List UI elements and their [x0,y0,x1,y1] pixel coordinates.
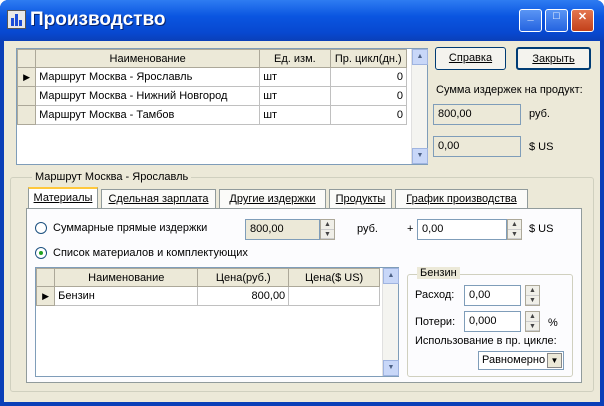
losses-field[interactable]: 0,000 [464,311,521,332]
column-header-cycle[interactable]: Пр. цикл(дн.) [329,49,408,68]
cost-rub-unit: руб. [529,108,550,120]
route-cycle-cell[interactable]: 0 [329,86,408,106]
material-price-usd-cell[interactable] [288,286,380,306]
route-cycle-cell[interactable]: 0 [329,67,408,87]
sum-costs-unit: руб. [357,223,378,235]
minimize-icon: _ [527,10,534,22]
window-title: Производство [30,9,166,30]
route-name-cell[interactable]: Маршрут Москва - Нижний Новгород [35,86,261,106]
spin-down-icon[interactable]: ▼ [526,296,539,305]
spin-down-icon[interactable]: ▼ [526,322,539,331]
tab-other-costs[interactable]: Другие издержки [219,189,326,209]
spin-up-icon[interactable]: ▲ [508,220,521,230]
minimize-button[interactable]: _ [519,9,542,32]
route-unit-cell[interactable]: шт [259,105,331,125]
table-row[interactable]: Маршрут Москва - Нижний Новгород шт 0 [16,86,408,106]
route-unit-cell[interactable]: шт [259,67,331,87]
table-row[interactable]: ▶ Бензин 800,00 [35,286,380,306]
consumption-label: Расход: [415,289,455,301]
close-icon: ✕ [577,11,588,23]
route-details-title: Маршрут Москва - Ярославль [32,171,192,183]
window-client: Наименование Ед. изм. Пр. цикл(дн.) ▶ Ма… [4,41,600,402]
routes-header-row: Наименование Ед. изм. Пр. цикл(дн.) [16,49,408,68]
current-row-indicator-icon: ▶ [16,67,37,87]
usd-costs-field[interactable]: 0,00 [417,219,507,240]
chevron-down-icon[interactable]: ▼ [547,353,562,368]
materials-vertical-scrollbar[interactable]: ▲ ▼ [382,268,399,376]
tab-production-schedule[interactable]: График производства [395,189,528,209]
table-row[interactable]: ▶ Маршрут Москва - Ярославль шт 0 [16,67,408,87]
spin-up-icon[interactable]: ▲ [526,286,539,296]
losses-spinner[interactable]: ▲ ▼ [525,311,540,332]
tab-materials[interactable]: Материалы [28,187,98,209]
route-name-cell[interactable]: Маршрут Москва - Тамбов [35,105,261,125]
scroll-up-icon[interactable]: ▲ [412,49,428,65]
tab-products[interactable]: Продукты [329,189,392,209]
usage-label: Использование в пр. цикле: [415,335,557,347]
spin-down-icon[interactable]: ▼ [508,230,521,239]
column-header-material-name[interactable]: Наименование [54,268,199,287]
radio-sum-costs-label[interactable]: Суммарные прямые издержки [53,222,207,234]
usd-costs-unit: $ US [529,223,554,235]
materials-grid[interactable]: Наименование Цена(руб.) Цена($ US) ▶ Бен… [35,267,399,377]
cost-usd-field: 0,00 [433,136,521,157]
usage-select[interactable]: Равномерно ▼ [478,351,564,370]
row-indicator [16,105,37,125]
tab-page-materials: Суммарные прямые издержки 800,00 ▲ ▼ руб.… [26,208,582,383]
column-header-price-usd[interactable]: Цена($ US) [288,268,380,287]
header-corner [16,49,37,68]
header-corner [35,268,56,287]
close-window-button[interactable]: ✕ [571,9,594,32]
tab-piecework-salary[interactable]: Сдельная зарплата [101,189,216,209]
scroll-down-icon[interactable]: ▼ [383,360,399,376]
cost-usd-unit: $ US [529,141,554,153]
row-indicator [16,86,37,106]
close-button[interactable]: Закрыть [516,47,591,70]
usd-costs-spinner[interactable]: ▲ ▼ [507,219,522,240]
app-icon [7,10,26,29]
help-button[interactable]: Справка [435,47,506,70]
scroll-up-icon[interactable]: ▲ [383,268,399,284]
spin-down-icon[interactable]: ▼ [321,230,334,239]
table-row[interactable]: Маршрут Москва - Тамбов шт 0 [16,105,408,125]
material-name-cell[interactable]: Бензин [54,286,199,306]
radio-materials-list-label[interactable]: Список материалов и комплектующих [53,247,248,259]
cost-rub-field: 800,00 [433,104,521,125]
column-header-name[interactable]: Наименование [35,49,261,68]
column-header-unit[interactable]: Ед. изм. [259,49,331,68]
routes-vertical-scrollbar[interactable]: ▲ ▼ [411,49,428,164]
column-header-price-rub[interactable]: Цена(руб.) [197,268,290,287]
route-name-cell[interactable]: Маршрут Москва - Ярославль [35,67,261,87]
maximize-button[interactable]: □ [545,9,568,32]
cost-sum-label: Сумма издержек на продукт: [436,84,583,96]
radio-sum-costs[interactable] [35,222,47,234]
scroll-down-icon[interactable]: ▼ [412,148,428,164]
spin-up-icon[interactable]: ▲ [526,312,539,322]
plus-sign: + [407,223,414,235]
spin-up-icon[interactable]: ▲ [321,220,334,230]
title-bar[interactable]: Производство _ □ ✕ [0,0,604,41]
route-cycle-cell[interactable]: 0 [329,105,408,125]
routes-grid[interactable]: Наименование Ед. изм. Пр. цикл(дн.) ▶ Ма… [16,48,428,165]
production-window: Производство _ □ ✕ Наименование Ед. изм.… [0,0,604,406]
consumption-field[interactable]: 0,00 [464,285,521,306]
materials-header-row: Наименование Цена(руб.) Цена($ US) [35,268,380,287]
consumption-spinner[interactable]: ▲ ▼ [525,285,540,306]
route-unit-cell[interactable]: шт [259,86,331,106]
sum-costs-spinner[interactable]: ▲ ▼ [320,219,335,240]
sum-costs-field[interactable]: 800,00 [245,219,320,240]
radio-materials-list[interactable] [35,247,47,259]
usage-select-value: Равномерно [482,354,546,366]
material-item-title: Бензин [417,267,460,279]
maximize-icon: □ [553,10,560,22]
losses-unit: % [548,317,558,329]
losses-label: Потери: [415,316,456,328]
current-row-indicator-icon: ▶ [35,286,56,306]
material-price-rub-cell[interactable]: 800,00 [197,286,290,306]
